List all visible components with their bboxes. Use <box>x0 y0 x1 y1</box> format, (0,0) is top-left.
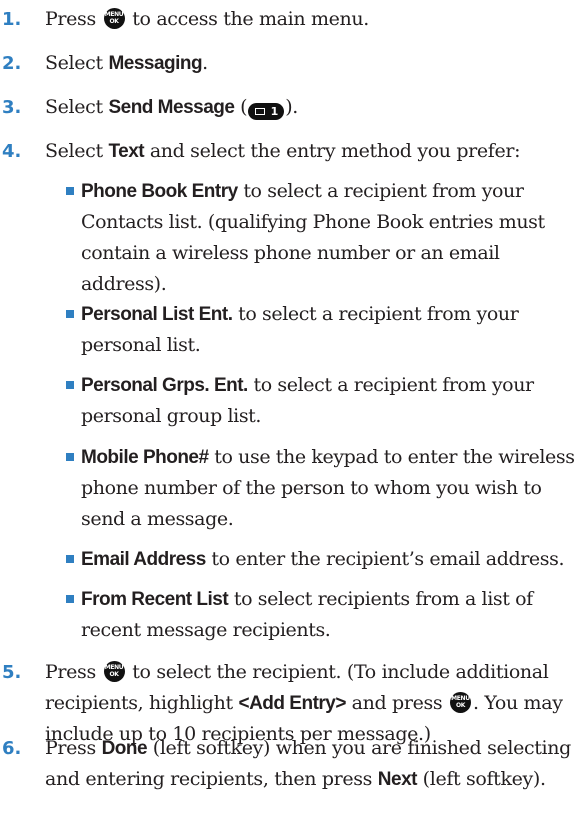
step-3: 3. Select Send Message (1). <box>0 92 582 123</box>
entry-method-item: From Recent List to select recipients fr… <box>0 584 582 646</box>
step-2: 2. Select Messaging. <box>0 48 582 79</box>
step-number: 6. <box>2 738 22 759</box>
bullet-marker <box>66 595 74 603</box>
menu-item-name: Messaging <box>108 53 203 74</box>
entry-method-item: Personal Grps. Ent. to select a recipien… <box>0 370 582 432</box>
step-text: Press Done (left softkey) when you are f… <box>45 737 571 790</box>
step-text: Press MENU OK to access the main menu. <box>45 8 369 30</box>
bullet-marker <box>66 310 74 318</box>
menu-ok-key-icon: MENU OK <box>449 692 471 713</box>
step-text: Select Text and select the entry method … <box>45 140 521 162</box>
bullet-marker <box>66 381 74 389</box>
step-number: 2. <box>2 53 22 74</box>
step-number: 5. <box>2 662 22 683</box>
entry-method-item: Mobile Phone# to use the keypad to enter… <box>0 442 582 535</box>
step-text: Select Messaging. <box>45 52 208 74</box>
step-4: 4. Select Text and select the entry meth… <box>0 136 582 167</box>
entry-method-item: Personal List Ent. to select a recipient… <box>0 299 582 361</box>
step-6: 6. Press Done (left softkey) when you ar… <box>0 733 582 795</box>
step-number: 4. <box>2 141 22 162</box>
step-number: 1. <box>2 9 22 30</box>
step-text: Select Send Message (1). <box>45 96 298 120</box>
menu-item-name: Send Message <box>108 97 235 118</box>
bullet-marker <box>66 187 74 195</box>
entry-method-item: Email Address to enter the recipient’s e… <box>0 544 582 575</box>
step-number: 3. <box>2 97 22 118</box>
instruction-page: 1. Press MENU OK to access the main menu.… <box>0 0 582 817</box>
step-1: 1. Press MENU OK to access the main menu. <box>0 4 582 35</box>
menu-ok-key-icon: MENU OK <box>103 8 125 29</box>
entry-method-item: Phone Book Entry to select a recipient f… <box>0 176 582 300</box>
send-message-envelope-1-icon: 1 <box>248 103 285 120</box>
bullet-marker <box>66 453 74 461</box>
menu-ok-key-icon: MENU OK <box>103 661 125 682</box>
bullet-marker <box>66 555 74 563</box>
menu-item-name: Text <box>108 141 145 162</box>
